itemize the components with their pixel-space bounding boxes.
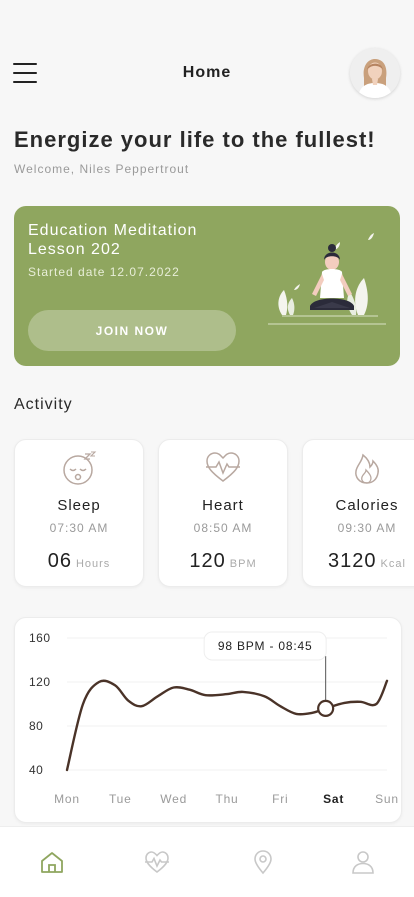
welcome-text: Welcome, Niles Peppertrout	[14, 162, 190, 176]
x-tick-label: Tue	[109, 792, 132, 806]
banner-title: Education Meditation Lesson 202	[28, 222, 198, 258]
flame-icon	[355, 453, 379, 484]
meditation-banner[interactable]: Education Meditation Lesson 202 Started …	[14, 206, 400, 366]
highlight-point	[317, 699, 335, 718]
calories-card[interactable]: Calories 09:30 AM 3120 Kcal	[302, 439, 414, 587]
card-name: Heart	[202, 497, 244, 514]
heart-rate-icon[interactable]	[144, 849, 170, 875]
card-unit: Kcal	[380, 558, 406, 570]
card-time: 09:30 AM	[337, 521, 397, 535]
banner-start-date: Started date 12.07.2022	[28, 265, 180, 279]
heart-rate-icon	[206, 452, 240, 482]
card-unit: Hours	[75, 558, 111, 570]
activity-title: Activity	[14, 396, 73, 413]
card-name: Calories	[335, 497, 399, 514]
heart-card[interactable]: Heart 08:50 AM 120 BPM	[158, 439, 288, 587]
card-unit: BPM	[229, 558, 257, 570]
avatar[interactable]	[350, 48, 400, 98]
card-time: 08:50 AM	[193, 521, 253, 535]
y-tick-label: 80	[29, 719, 43, 733]
card-name: Sleep	[57, 497, 101, 514]
headline: Energize your life to the fullest!	[14, 127, 376, 152]
meditation-illustration	[268, 233, 386, 325]
x-tick-label: Sat	[323, 792, 344, 806]
card-value: 120	[189, 550, 226, 572]
y-tick-label: 160	[29, 631, 51, 645]
x-tick-label: Thu	[215, 792, 238, 806]
heart-rate-chart[interactable]: 160 120 80 40 Mon Tue Wed Thu Fri Sat Sun 98 BPM - …	[14, 617, 402, 823]
bottom-tab-bar	[0, 826, 414, 897]
y-tick-label: 120	[29, 675, 51, 689]
sleep-icon	[63, 451, 97, 485]
home-icon[interactable]	[39, 849, 65, 875]
card-value: 06	[47, 550, 72, 572]
avatar-icon	[350, 48, 400, 98]
card-value: 3120	[328, 550, 377, 572]
y-tick-label: 40	[29, 763, 43, 777]
x-tick-label: Sun	[375, 792, 399, 806]
sleep-card[interactable]: Sleep 07:30 AM 06 Hours	[14, 439, 144, 587]
x-tick-label: Fri	[272, 792, 288, 806]
card-time: 07:30 AM	[49, 521, 109, 535]
location-icon[interactable]	[250, 849, 276, 875]
x-tick-label: Mon	[54, 792, 80, 806]
join-now-button[interactable]: JOIN NOW	[28, 310, 236, 351]
tooltip-text: 98 BPM - 08:45	[218, 639, 313, 653]
x-tick-label: Wed	[160, 792, 187, 806]
chart-canvas: 160 120 80 40 Mon Tue Wed Thu Fri Sat Sun 98 BPM - …	[29, 631, 399, 806]
profile-icon[interactable]	[350, 849, 376, 875]
series-line	[65, 679, 389, 772]
